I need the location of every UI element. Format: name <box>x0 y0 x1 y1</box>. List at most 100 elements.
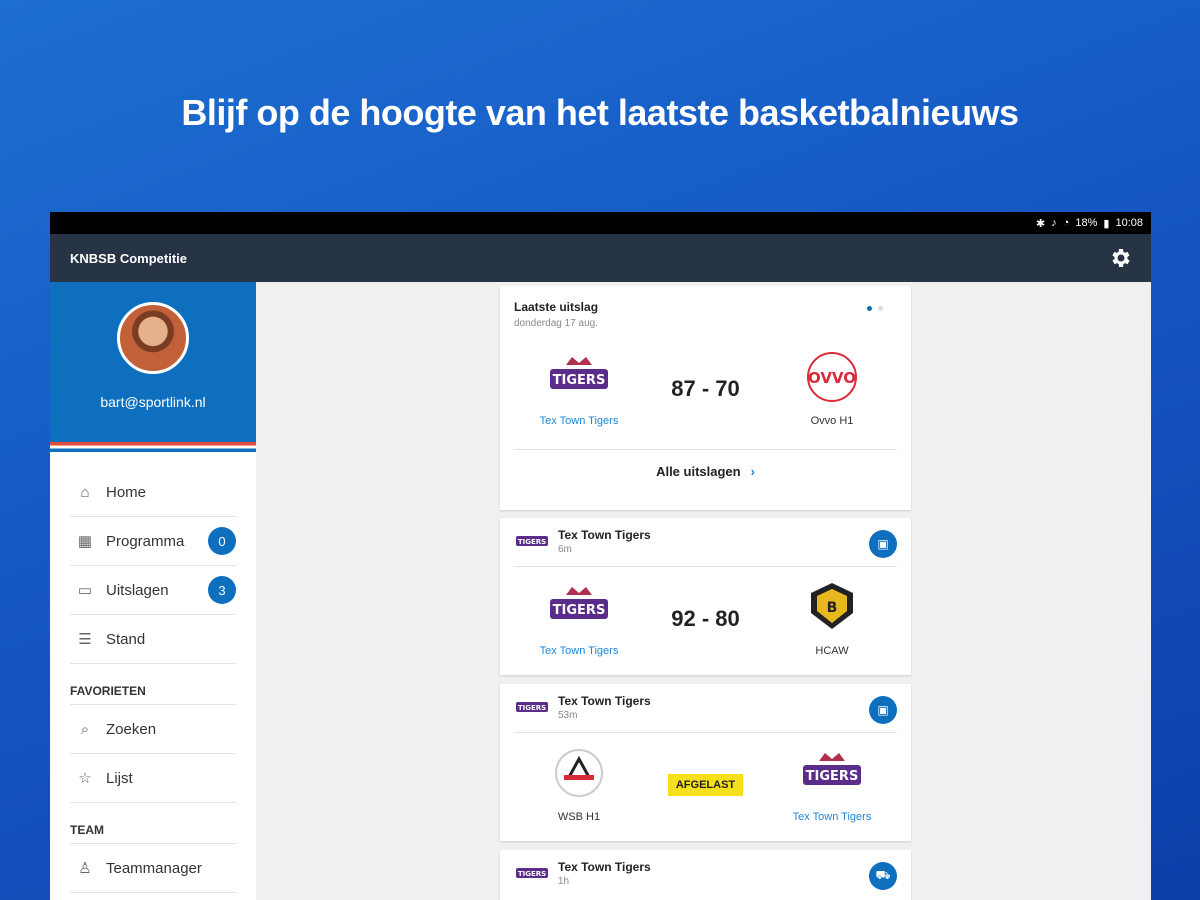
mute-icon: ♪ <box>1051 217 1057 229</box>
app-bar: KNBSB Competitie <box>50 234 1151 282</box>
tigers-logo: TIGERS <box>803 753 861 785</box>
svg-text:B: B <box>827 600 838 616</box>
car-button[interactable]: ⛟ <box>869 862 897 890</box>
match-result[interactable]: TIGERS Tex Town Tigers 92 - 80 B HCAW <box>500 567 911 671</box>
svg-text:TIGERS: TIGERS <box>518 870 546 878</box>
section-team: TEAM <box>70 803 236 844</box>
nav-item-uitslagen[interactable]: ▭ Uitslagen 3 <box>70 566 236 615</box>
battery-icon: ▮ <box>1103 217 1110 230</box>
pager-dots[interactable] <box>867 306 883 311</box>
svg-text:TIGERS: TIGERS <box>806 769 859 784</box>
feed-age: 1h <box>558 876 570 887</box>
svg-text:OVVO: OVVO <box>808 369 856 387</box>
navigation-drawer: bart@sportlink.nl ⌂ Home ▦ Programma 0 ▭… <box>50 282 256 900</box>
chevron-right-icon: › <box>750 463 755 479</box>
feed-card: TIGERS Tex Town Tigers 53m ▣ WSB H1 AFGE… <box>500 684 911 841</box>
home-team[interactable]: TIGERS Tex Town Tigers <box>524 581 634 657</box>
feed-age: 6m <box>558 544 572 555</box>
feed-card-header: TIGERS Tex Town Tigers 6m ▣ <box>500 518 911 566</box>
feed-card: TIGERS Tex Town Tigers 6m ▣ TIGERS Tex T… <box>500 518 911 675</box>
nav-item-label: Stand <box>106 630 146 648</box>
nav-item-label: Teammanager <box>106 859 202 877</box>
svg-text:TIGERS: TIGERS <box>518 704 546 712</box>
team-name[interactable]: Tex Town Tigers <box>540 645 619 657</box>
feed-age: 53m <box>558 710 578 721</box>
clock: 10:08 <box>1115 217 1143 229</box>
nav-item-stand[interactable]: ☰ Stand <box>70 615 236 664</box>
pager-dot <box>878 306 883 311</box>
latest-result-card: Laatste uitslag donderdag 17 aug. TIGERS <box>500 286 911 510</box>
nav-item-teammanager[interactable]: ♙ Teammanager <box>70 844 236 893</box>
nav-item-label: Lijst <box>106 769 133 787</box>
score: 92 - 80 <box>671 606 740 631</box>
nav-item-zoeken[interactable]: ⌕ Zoeken <box>70 705 236 754</box>
main-feed: Laatste uitslag donderdag 17 aug. TIGERS <box>256 282 1151 900</box>
scoreboard-icon: ▭ <box>77 582 93 599</box>
settings-button[interactable] <box>1107 245 1133 271</box>
team-name: HCAW <box>815 645 849 657</box>
avatar[interactable] <box>117 302 189 374</box>
all-results-link[interactable]: Alle uitslagen › <box>500 450 911 492</box>
home-team[interactable]: TIGERS Tex Town Tigers <box>524 351 634 427</box>
team-name: WSB H1 <box>557 811 601 823</box>
person-icon: ♙ <box>78 860 92 877</box>
ovvo-logo: OVVO <box>807 352 857 402</box>
car-icon: ⛟ <box>875 868 891 882</box>
gear-icon <box>1112 249 1130 267</box>
team-name[interactable]: Tex Town Tigers <box>540 415 619 427</box>
match-result[interactable]: TIGERS Tex Town Tigers 87 - 70 OVVO Ovvo… <box>500 329 911 449</box>
match-result[interactable]: WSB H1 AFGELAST TIGERS Tex Town Tigers <box>500 733 911 837</box>
score: 87 - 70 <box>671 376 740 401</box>
count-badge: 0 <box>208 527 236 555</box>
team-name[interactable]: Tex Town Tigers <box>793 811 872 823</box>
calendar-button[interactable]: ▣ <box>869 696 897 724</box>
search-icon: ⌕ <box>80 720 90 738</box>
feed-card-header: TIGERS Tex Town Tigers 53m ▣ <box>500 684 911 732</box>
calendar-button[interactable]: ▣ <box>869 530 897 558</box>
home-team[interactable]: WSB H1 <box>524 747 634 823</box>
svg-text:TIGERS: TIGERS <box>553 603 606 618</box>
calendar-icon: ▣ <box>877 703 889 717</box>
nav-item-home[interactable]: ⌂ Home <box>70 468 236 517</box>
star-icon: ☆ <box>78 770 92 787</box>
away-team[interactable]: TIGERS Tex Town Tigers <box>777 747 887 823</box>
pager-dot-active <box>867 306 872 311</box>
svg-text:TIGERS: TIGERS <box>553 373 606 388</box>
battery-level: 18% <box>1075 217 1098 229</box>
bluetooth-icon: ✱ <box>1036 217 1046 230</box>
feed-card-header: TIGERS Tex Town Tigers 1h ⛟ <box>500 850 911 898</box>
nav-item-lijst[interactable]: ☆ Lijst <box>70 754 236 803</box>
feed-team: Tex Town Tigers <box>558 528 651 542</box>
flag-stripe <box>50 442 256 452</box>
svg-text:TIGERS: TIGERS <box>518 538 546 546</box>
feed-card: TIGERS Tex Town Tigers 1h ⛟ <box>500 850 911 900</box>
card-date: donderdag 17 aug. <box>514 318 598 329</box>
all-results-label: Alle uitslagen <box>656 463 741 479</box>
wifi-icon: ◔ <box>1062 217 1070 229</box>
profile-header: bart@sportlink.nl <box>50 282 256 442</box>
hcaw-logo: B <box>811 583 853 629</box>
card-header: Laatste uitslag donderdag 17 aug. <box>500 286 911 329</box>
card-title: Laatste uitslag <box>514 300 599 314</box>
wsb-logo <box>555 749 603 797</box>
nav-item-label: Uitslagen <box>106 581 169 599</box>
tigers-logo: TIGERS <box>516 536 548 546</box>
tablet-screen: ✱ ♪ ◔ 18% ▮ 10:08 KNBSB Competitie bart@… <box>50 212 1151 900</box>
tigers-logo: TIGERS <box>516 868 548 878</box>
feed-team: Tex Town Tigers <box>558 694 651 708</box>
home-icon: ⌂ <box>80 483 90 501</box>
status-bar: ✱ ♪ ◔ 18% ▮ 10:08 <box>50 212 1151 234</box>
nav-item-programma[interactable]: ▦ Programma 0 <box>70 517 236 566</box>
feed-team: Tex Town Tigers <box>558 860 651 874</box>
away-team[interactable]: OVVO Ovvo H1 <box>777 351 887 427</box>
status-badge: AFGELAST <box>667 774 744 796</box>
tigers-logo: TIGERS <box>550 357 608 389</box>
section-favorites: FAVORIETEN <box>70 664 236 705</box>
app-title: KNBSB Competitie <box>70 250 188 266</box>
away-team[interactable]: B HCAW <box>777 581 887 657</box>
nav-item-label: Zoeken <box>106 720 157 738</box>
tigers-logo: TIGERS <box>516 702 548 712</box>
nav-list: ⌂ Home ▦ Programma 0 ▭ Uitslagen 3 ☰ Sta… <box>50 452 256 893</box>
count-badge: 3 <box>208 576 236 604</box>
nav-item-label: Home <box>106 483 147 501</box>
